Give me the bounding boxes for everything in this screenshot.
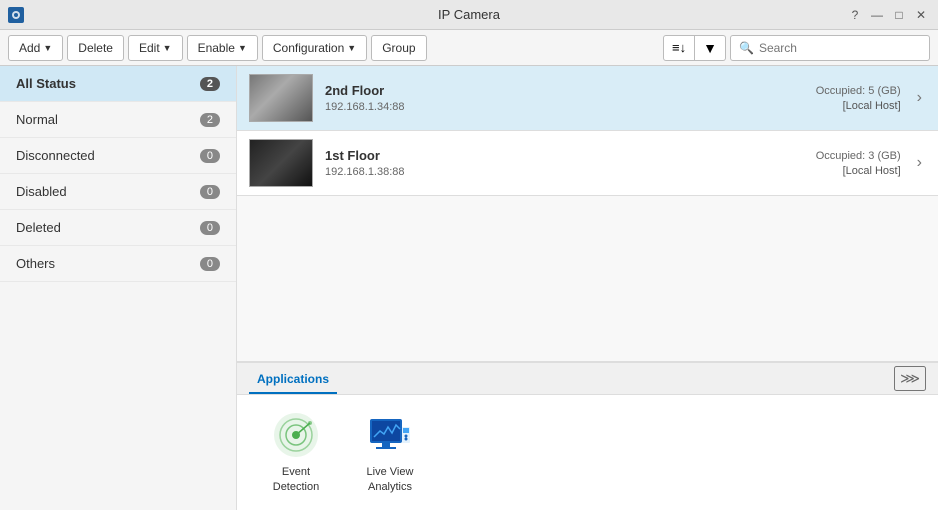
add-button[interactable]: Add ▼ [8,35,63,61]
applications-header: Applications ⋙ [237,363,938,395]
app-icon-live-analytics[interactable]: Live View Analytics [355,411,425,494]
main-layout: All Status 2 Normal 2 Disconnected 0 Dis… [0,66,938,510]
camera-expand-button[interactable]: › [913,150,926,176]
sidebar-item-label: Disconnected [16,148,95,163]
title-bar-controls: ? — □ ✕ [846,6,930,24]
title-bar: IP Camera ? — □ ✕ [0,0,938,30]
sidebar-item-count: 0 [200,257,220,271]
sidebar-item-count: 0 [200,185,220,199]
add-caret-icon: ▼ [43,43,52,53]
sidebar-item-others[interactable]: Others 0 [0,246,236,282]
sidebar-item-disabled[interactable]: Disabled 0 [0,174,236,210]
sort-controls: ≡↓ ▼ [663,35,726,61]
sidebar-item-deleted[interactable]: Deleted 0 [0,210,236,246]
camera-info: 1st Floor 192.168.1.38:88 [325,148,804,178]
sidebar-item-normal[interactable]: Normal 2 [0,102,236,138]
search-input[interactable] [759,41,921,55]
camera-host: [Local Host] [816,165,901,177]
sidebar: All Status 2 Normal 2 Disconnected 0 Dis… [0,66,237,510]
camera-name: 2nd Floor [325,83,804,98]
minimize-button[interactable]: — [868,6,886,24]
camera-thumbnail [249,139,313,187]
edit-button[interactable]: Edit ▼ [128,35,183,61]
camera-storage: Occupied: 3 (GB) [816,150,901,162]
content-area: 2nd Floor 192.168.1.34:88 Occupied: 5 (G… [237,66,938,510]
camera-host: [Local Host] [816,100,901,112]
app-icon-event-detection[interactable]: Event Detection [261,411,331,494]
sidebar-item-all-status[interactable]: All Status 2 [0,66,236,102]
camera-meta: Occupied: 3 (GB) [Local Host] [816,150,901,177]
app-icon-img [366,411,414,459]
sidebar-item-count: 0 [200,221,220,235]
camera-info: 2nd Floor 192.168.1.34:88 [325,83,804,113]
applications-tab[interactable]: Applications [249,363,337,394]
window-title: IP Camera [0,7,938,22]
delete-button[interactable]: Delete [67,35,124,61]
app-icon-img [272,411,320,459]
camera-ip: 192.168.1.38:88 [325,166,804,178]
sidebar-item-label: All Status [16,76,76,91]
sidebar-item-disconnected[interactable]: Disconnected 0 [0,138,236,174]
restore-button[interactable]: □ [890,6,908,24]
camera-storage: Occupied: 5 (GB) [816,85,901,97]
sort-button[interactable]: ≡↓ [663,35,695,61]
sidebar-item-label: Disabled [16,184,67,199]
toolbar: Add ▼ Delete Edit ▼ Enable ▼ Configurati… [0,30,938,66]
sidebar-item-count: 2 [200,77,220,91]
search-icon: 🔍 [739,41,754,55]
sidebar-item-label: Normal [16,112,58,127]
camera-item-cam1[interactable]: 2nd Floor 192.168.1.34:88 Occupied: 5 (G… [237,66,938,131]
edit-caret-icon: ▼ [163,43,172,53]
camera-thumbnail [249,74,313,122]
app-icon-label: Event Detection [261,465,331,494]
sidebar-item-label: Others [16,256,55,271]
camera-list: 2nd Floor 192.168.1.34:88 Occupied: 5 (G… [237,66,938,361]
camera-expand-button[interactable]: › [913,85,926,111]
sidebar-item-count: 0 [200,149,220,163]
applications-icons: Event Detection Live View Analytics [237,395,938,510]
help-button[interactable]: ? [846,6,864,24]
sort-dropdown-button[interactable]: ▼ [695,35,726,61]
event-detection-svg [272,411,320,459]
config-caret-icon: ▼ [347,43,356,53]
app-icon-label: Live View Analytics [355,465,425,494]
enable-caret-icon: ▼ [238,43,247,53]
search-box: 🔍 [730,35,930,61]
camera-name: 1st Floor [325,148,804,163]
app-icon [8,7,24,23]
applications-section: Applications ⋙ Event Detection Live View… [237,361,938,510]
sidebar-item-label: Deleted [16,220,61,235]
camera-ip: 192.168.1.34:88 [325,101,804,113]
title-bar-left [8,7,24,23]
configuration-button[interactable]: Configuration ▼ [262,35,367,61]
group-button[interactable]: Group [371,35,426,61]
camera-item-cam2[interactable]: 1st Floor 192.168.1.38:88 Occupied: 3 (G… [237,131,938,196]
camera-meta: Occupied: 5 (GB) [Local Host] [816,85,901,112]
sidebar-item-count: 2 [200,113,220,127]
close-button[interactable]: ✕ [912,6,930,24]
live-analytics-svg [366,411,414,459]
enable-button[interactable]: Enable ▼ [187,35,258,61]
applications-collapse-button[interactable]: ⋙ [894,366,926,391]
